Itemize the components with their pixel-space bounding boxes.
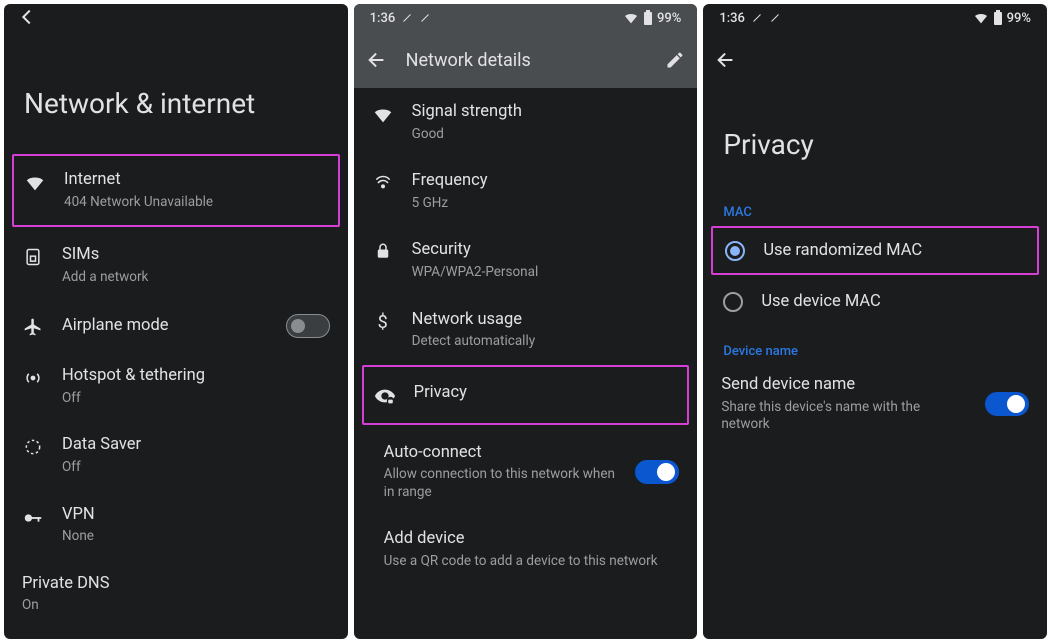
item-security[interactable]: SecurityWPA/WPA2-Personal [354,226,698,295]
radio-randomized-mac[interactable]: Use randomized MAC [711,226,1039,275]
vpn-key-icon [22,507,44,529]
back-icon[interactable] [715,49,737,71]
wifi-status-icon [973,10,989,26]
radio-checked-icon [725,241,745,261]
datasaver-icon [22,437,44,457]
radio-unchecked-icon [723,292,743,312]
details-list: Signal strengthGood Frequency5 GHz Secur… [354,88,698,595]
appbar-title: Network details [406,50,648,71]
wifi-icon [24,172,46,194]
section-mac: MAC [703,195,1047,226]
panel-privacy: 1:36 99% Privacy MAC Use randomized MAC … [703,4,1047,639]
item-signal[interactable]: Signal strengthGood [354,88,698,157]
radio-device-mac[interactable]: Use device MAC [703,279,1047,324]
item-private-dns[interactable]: Private DNS On [4,560,348,629]
dollar-icon: $ [372,312,394,333]
battery-icon [643,10,653,26]
lock-icon [372,242,394,260]
back-icon[interactable] [366,49,388,71]
status-bar: 1:36 99% [354,4,698,32]
settings-list: Internet 404 Network Unavailable SIMs Ad… [4,154,348,639]
frequency-icon [372,173,394,193]
battery-pct: 99% [1007,11,1031,26]
item-datasaver[interactable]: Data Saver Off [4,421,348,490]
wifi-status-icon [623,10,639,26]
item-sims[interactable]: SIMs Add a network [4,231,348,300]
section-device-name: Device name [703,334,1047,365]
item-frequency[interactable]: Frequency5 GHz [354,157,698,226]
item-airplane[interactable]: Airplane mode [4,300,348,352]
appbar: Network details [354,32,698,88]
panel-network-details: 1:36 99% Network details Signal strength… [354,4,698,639]
airplane-icon [22,317,44,337]
appbar [703,32,1047,88]
status-time: 1:36 [719,11,745,26]
appbar [4,4,348,31]
page-title: Privacy [703,88,1047,195]
status-bar: 1:36 99% [703,4,1047,32]
wifi-icon [372,104,394,126]
item-hotspot[interactable]: Hotspot & tethering Off [4,352,348,421]
item-title: Internet [64,170,320,191]
back-icon[interactable] [16,6,38,28]
battery-pct: 99% [657,11,681,26]
autoconnect-toggle[interactable] [635,460,679,484]
panel-network-internet: Network & internet Internet 404 Network … [4,4,348,639]
item-usage[interactable]: $ Network usageDetect automatically [354,296,698,365]
item-sub: 404 Network Unavailable [64,194,320,212]
page-title: Network & internet [4,31,348,154]
item-autoconnect[interactable]: Auto-connectAllow connection to this net… [354,429,698,516]
battery-icon [993,10,1003,26]
sim-icon [22,247,44,267]
privacy-eye-icon [374,385,396,407]
hotspot-icon [22,368,44,388]
airplane-toggle[interactable] [286,314,330,338]
edit-icon[interactable] [665,50,685,70]
status-time: 1:36 [370,11,396,26]
item-vpn[interactable]: VPN None [4,491,348,560]
item-privacy[interactable]: Privacy [362,365,690,425]
item-send-device-name[interactable]: Send device name Share this device's nam… [703,365,1047,444]
send-name-toggle[interactable] [985,392,1029,416]
item-internet[interactable]: Internet 404 Network Unavailable [12,154,340,227]
item-add-device[interactable]: Add deviceUse a QR code to add a device … [354,515,698,584]
